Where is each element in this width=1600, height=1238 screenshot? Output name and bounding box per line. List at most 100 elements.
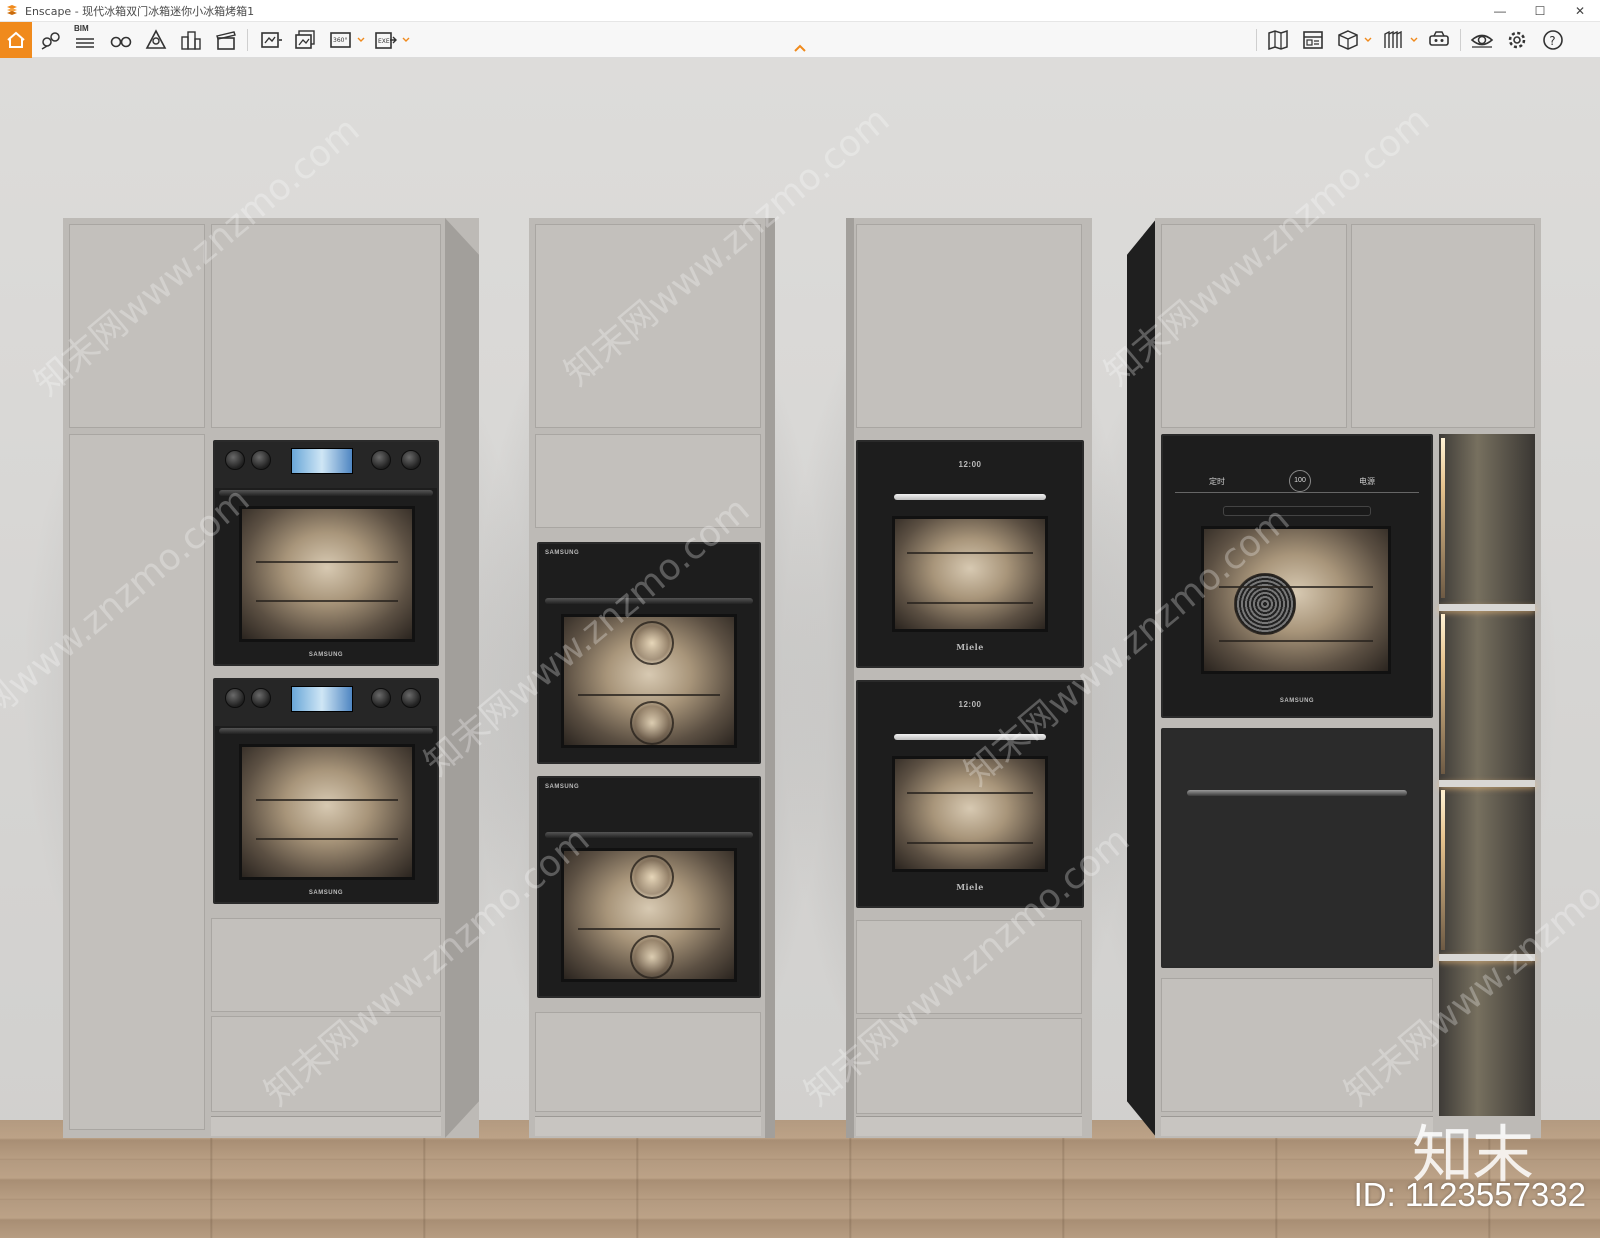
panorama-360-icon: 360° xyxy=(330,32,351,48)
material-editor-button[interactable] xyxy=(1378,26,1408,54)
brand-label: SAMSUNG xyxy=(1279,698,1315,704)
cabinet-side xyxy=(445,218,479,1138)
chevron-down-icon[interactable] xyxy=(357,36,365,44)
oven-handle xyxy=(894,494,1046,500)
close-button[interactable]: ✕ xyxy=(1560,0,1600,22)
plinth xyxy=(1161,1116,1433,1136)
oven-window xyxy=(239,506,415,642)
visual-settings-button[interactable] xyxy=(1467,26,1497,54)
video-editor-button[interactable] xyxy=(211,26,241,54)
samsung-oven: SAMSUNG xyxy=(213,678,439,904)
minimize-button[interactable]: — xyxy=(1480,0,1520,22)
image-id-label: ID: 1123557332 xyxy=(1353,1176,1586,1213)
map-button[interactable] xyxy=(1263,26,1293,54)
shelf xyxy=(1439,604,1535,611)
led-strip xyxy=(1441,790,1445,950)
help-label: ? xyxy=(1549,34,1555,48)
views-button[interactable] xyxy=(36,26,66,54)
plinth xyxy=(856,1116,1082,1136)
render-screenshot-icon xyxy=(261,32,282,48)
cabinet-door xyxy=(856,224,1082,428)
convection-fan xyxy=(630,621,674,665)
buildings-icon xyxy=(181,31,201,50)
cube-icon xyxy=(1338,30,1358,50)
brand-label: Miele xyxy=(956,642,984,652)
oven-knob xyxy=(251,688,271,708)
temperature-dial: 100 xyxy=(1289,470,1311,492)
export-exe-icon: EXE xyxy=(375,32,397,49)
drawer-front xyxy=(535,1012,761,1112)
help-icon: ? xyxy=(1543,30,1563,50)
oven-window xyxy=(561,848,737,982)
title-bar: Enscape - 现代冰箱双门冰箱迷你小冰箱烤箱1 — ☐ ✕ xyxy=(0,0,1600,22)
outline-icon xyxy=(145,29,167,49)
home-icon xyxy=(7,31,25,48)
toolbar-separator xyxy=(1256,29,1257,51)
home-button[interactable] xyxy=(0,22,32,58)
plinth xyxy=(535,1116,761,1136)
outline-button[interactable] xyxy=(141,26,171,54)
toolbar-separator xyxy=(247,29,248,51)
brand-label: SAMSUNG xyxy=(545,784,580,790)
export-button[interactable]: EXE xyxy=(370,26,400,54)
export-label: EXE xyxy=(378,38,390,45)
views-icon xyxy=(41,32,60,50)
bim-button[interactable]: BIM xyxy=(70,24,100,54)
asset-library-button[interactable] xyxy=(1298,26,1328,54)
enscape-logo-icon xyxy=(7,4,17,15)
oven-knob xyxy=(401,450,421,470)
oven-knob xyxy=(401,688,421,708)
oven-handle xyxy=(219,728,433,734)
visual-settings-icon xyxy=(1470,34,1494,48)
samsung-compact-oven: SAMSUNG xyxy=(537,776,761,998)
oven-knob xyxy=(225,450,245,470)
buildings-button[interactable] xyxy=(176,26,206,54)
oven-control-panel xyxy=(215,680,437,726)
clapperboard-icon xyxy=(216,31,236,50)
led-strip xyxy=(1441,614,1445,774)
render-batch-icon xyxy=(295,30,315,49)
plinth xyxy=(211,1116,441,1136)
render-batch-button[interactable] xyxy=(291,26,321,54)
shelf xyxy=(1439,780,1535,787)
oven-display-screen xyxy=(291,448,353,474)
led-strip xyxy=(1441,438,1445,598)
convection-fan xyxy=(630,935,674,979)
map-icon xyxy=(1268,29,1288,51)
oven-knob xyxy=(371,688,391,708)
chevron-down-icon[interactable] xyxy=(402,36,410,44)
render-screenshot-button[interactable] xyxy=(256,26,286,54)
cabinet-door xyxy=(1351,224,1535,428)
panorama-button[interactable]: 360° xyxy=(326,26,356,54)
settings-button[interactable] xyxy=(1502,26,1532,54)
oven-knob xyxy=(251,450,271,470)
brand-label: SAMSUNG xyxy=(308,890,344,896)
convection-fan xyxy=(1234,573,1296,635)
binoculars-icon xyxy=(110,36,132,48)
oven-window xyxy=(239,744,415,880)
samsung-oven: SAMSUNG xyxy=(213,440,439,666)
help-button[interactable]: ? xyxy=(1538,26,1568,54)
settings-icon xyxy=(1508,31,1526,49)
bim-label: BIM xyxy=(74,24,89,33)
vr-headset-icon xyxy=(1429,31,1449,46)
oven-knob xyxy=(225,688,245,708)
material-editor-icon xyxy=(1384,30,1402,48)
panorama-label: 360° xyxy=(333,37,347,44)
oven-knob xyxy=(371,450,391,470)
maximize-button[interactable]: ☐ xyxy=(1520,0,1560,22)
walk-mode-button[interactable] xyxy=(106,26,136,54)
collapse-toolbar-icon[interactable] xyxy=(793,43,807,53)
vr-headset-button[interactable] xyxy=(1424,26,1454,54)
window-controls: — ☐ ✕ xyxy=(1480,0,1600,22)
oven-window xyxy=(892,516,1048,632)
chevron-down-icon[interactable] xyxy=(1410,36,1418,44)
object-button[interactable] xyxy=(1333,26,1363,54)
render-viewport[interactable]: SAMSUNG SAMSUNG SAMSUNG SAMSUNG 12:00 Mi… xyxy=(0,58,1600,1238)
chevron-down-icon[interactable] xyxy=(1364,36,1372,44)
cabinet-side xyxy=(846,218,854,1138)
oven-display-screen xyxy=(291,686,353,712)
miele-oven: 12:00 Miele xyxy=(856,440,1084,668)
oven-control-panel xyxy=(215,442,437,488)
asset-library-icon xyxy=(1303,31,1323,49)
